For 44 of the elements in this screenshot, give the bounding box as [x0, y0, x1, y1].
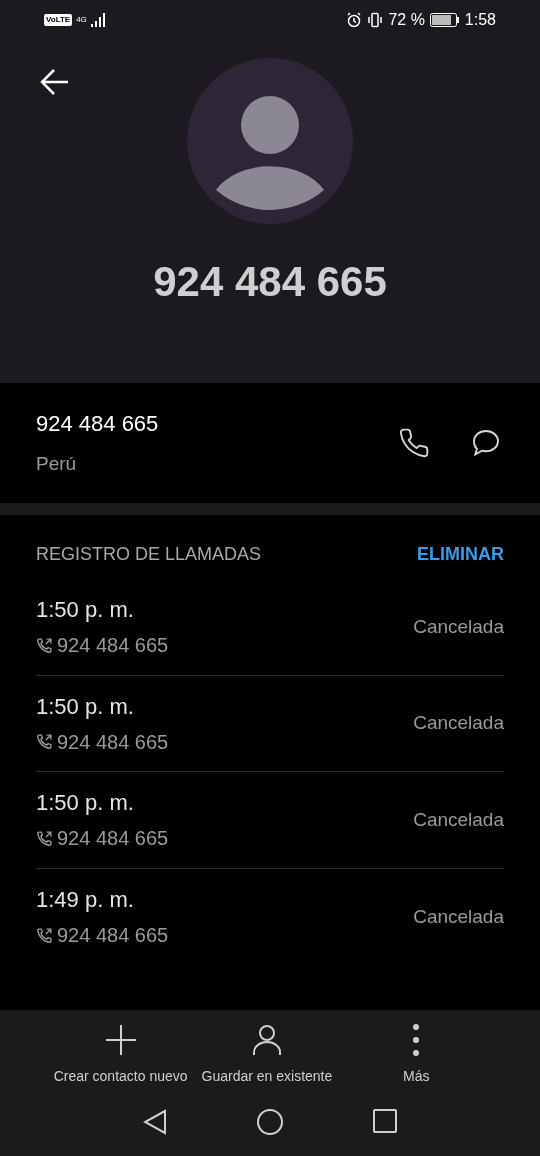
contact-number-title: 924 484 665	[152, 257, 388, 307]
call-number: 924 484 665	[57, 826, 169, 852]
action-button[interactable]: Crear contacto nuevo	[53, 1024, 188, 1087]
action-button[interactable]: Más	[346, 1024, 487, 1087]
nav-recents-icon[interactable]	[373, 1109, 397, 1133]
more-icon	[412, 1024, 421, 1056]
call-status: Cancelada	[413, 904, 504, 929]
delete-link[interactable]: ELIMINAR	[417, 540, 504, 568]
call-time: 1:50 p. m.	[36, 596, 135, 625]
alarm-icon	[346, 12, 363, 28]
outgoing-call-icon	[36, 636, 53, 654]
signal-icon	[90, 13, 105, 27]
call-status: Cancelada	[413, 807, 504, 832]
phone-icon	[398, 427, 430, 459]
call-number: 924 484 665	[57, 729, 169, 755]
network-type: 4G	[76, 16, 87, 24]
call-button[interactable]	[398, 427, 430, 459]
battery-percent: 72 %	[388, 10, 425, 30]
vibrate-icon	[367, 12, 384, 28]
country: Perú	[36, 452, 78, 477]
battery-icon	[429, 13, 460, 27]
person-icon	[251, 1024, 282, 1056]
outgoing-call-icon	[36, 829, 53, 847]
chat-bubble-icon	[470, 427, 502, 459]
section-title: REGISTRO DE LLAMADAS	[36, 542, 262, 566]
call-number: 924 484 665	[57, 923, 169, 949]
call-number: 924 484 665	[57, 633, 169, 659]
call-time: 1:49 p. m.	[36, 886, 135, 915]
message-button[interactable]	[470, 427, 502, 459]
call-status: Cancelada	[413, 711, 504, 735]
outgoing-call-icon	[36, 733, 53, 751]
plus-icon	[104, 1024, 137, 1056]
action-button[interactable]: Guardar en existente	[201, 1024, 333, 1087]
avatar-icon	[187, 58, 353, 224]
phone-number: 924 484 665	[36, 410, 159, 439]
volte-badge: VoLTE	[44, 14, 73, 26]
nav-back-icon[interactable]	[143, 1109, 167, 1135]
call-time: 1:50 p. m.	[36, 692, 135, 721]
call-status: Cancelada	[413, 614, 504, 639]
call-time: 1:50 p. m.	[36, 789, 135, 818]
back-arrow-icon	[39, 68, 69, 96]
clock: 1:58	[464, 10, 496, 30]
nav-home-icon[interactable]	[257, 1109, 283, 1135]
outgoing-call-icon	[36, 926, 53, 944]
